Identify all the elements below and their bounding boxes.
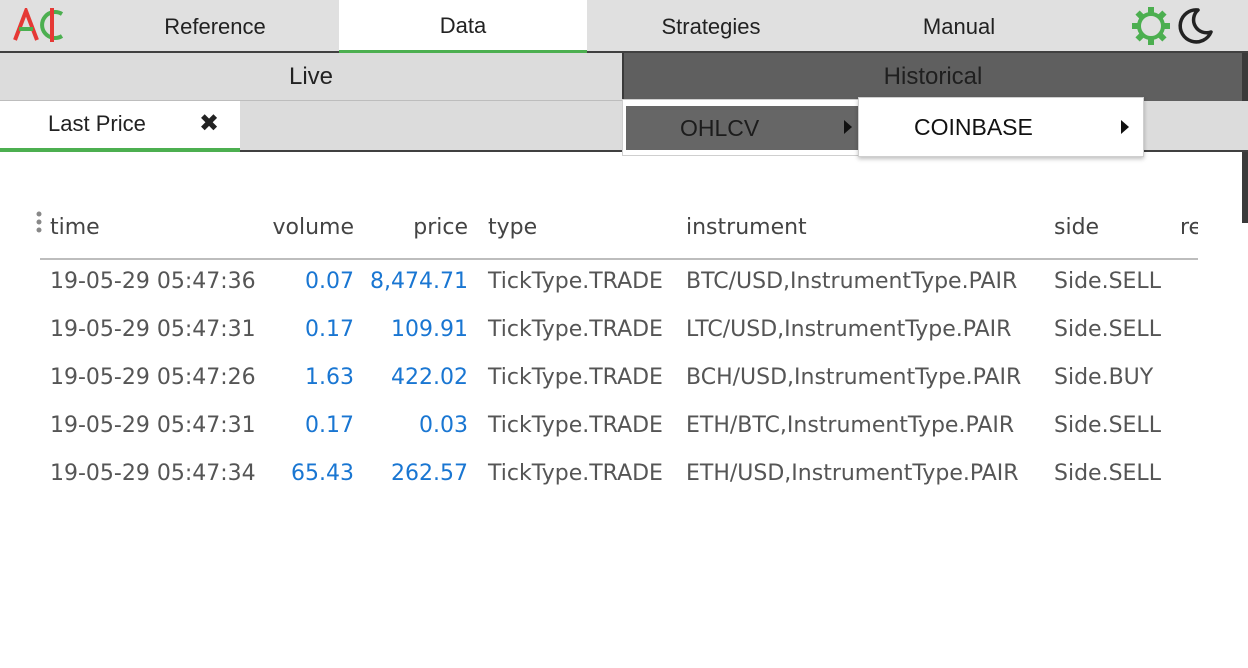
historical-menu: OHLCV — [622, 99, 860, 156]
tab-data[interactable]: Data — [339, 0, 587, 54]
cell-side: Side.SELL — [1054, 413, 1161, 438]
tab-live[interactable]: Live — [0, 53, 622, 101]
cell-side: Side.SELL — [1054, 269, 1161, 294]
column-header-instrument[interactable]: instrument — [686, 200, 807, 258]
menu-item-ohlcv[interactable]: OHLCV — [626, 106, 858, 150]
cell-type: TickType.TRADE — [488, 365, 663, 390]
tab-manual[interactable]: Manual — [835, 0, 1083, 51]
menu-item-coinbase[interactable]: COINBASE — [858, 97, 1144, 157]
cell-side: Side.SELL — [1054, 461, 1161, 486]
gear-icon[interactable] — [1131, 6, 1171, 46]
column-header-volume[interactable]: volume — [234, 200, 354, 258]
cell-volume: 0.17 — [305, 317, 354, 342]
menu-item-coinbase-label: COINBASE — [914, 114, 1033, 140]
cell-instrument: ETH/USD,InstrumentType.PAIR — [686, 461, 1019, 486]
chevron-right-icon — [844, 120, 852, 134]
cell-instrument: BCH/USD,InstrumentType.PAIR — [686, 365, 1022, 390]
tab-historical[interactable]: Historical — [622, 53, 1242, 101]
cell-type: TickType.TRADE — [488, 413, 663, 438]
cell-price: 8,474.71 — [370, 269, 468, 294]
column-header-side[interactable]: side — [1054, 200, 1099, 258]
cell-type: TickType.TRADE — [488, 461, 663, 486]
cell-instrument: ETH/BTC,InstrumentType.PAIR — [686, 413, 1015, 438]
cell-side: Side.BUY — [1054, 365, 1154, 390]
panel-tab-last-price[interactable]: Last Price ✖ — [0, 101, 240, 152]
cell-volume: 1.63 — [305, 365, 354, 390]
column-header-time[interactable]: time — [50, 200, 100, 258]
cell-price: 109.91 — [391, 317, 468, 342]
column-header-truncated[interactable]: re — [1180, 200, 1198, 258]
cell-instrument: LTC/USD,InstrumentType.PAIR — [686, 317, 1012, 342]
menu-item-ohlcv-label: OHLCV — [680, 115, 760, 141]
cell-volume: 0.07 — [305, 269, 354, 294]
cell-time: 19-05-29 05:47:36 — [50, 269, 256, 294]
cell-price: 422.02 — [391, 365, 468, 390]
cell-side: Side.SELL — [1054, 317, 1161, 342]
cell-type: TickType.TRADE — [488, 317, 663, 342]
panel-tab-label: Last Price — [48, 111, 146, 136]
cell-time: 19-05-29 05:47:31 — [50, 317, 256, 342]
tab-reference[interactable]: Reference — [91, 0, 339, 51]
cell-time: 19-05-29 05:47:31 — [50, 413, 256, 438]
cell-type: TickType.TRADE — [488, 269, 663, 294]
moon-icon[interactable] — [1174, 6, 1214, 46]
data-grid: time volume price type instrument side r… — [34, 200, 1198, 500]
drag-handle-icon[interactable] — [34, 210, 44, 238]
cell-instrument: BTC/USD,InstrumentType.PAIR — [686, 269, 1018, 294]
cell-price: 262.57 — [391, 461, 468, 486]
mode-tabs: Live Historical — [0, 53, 1248, 101]
app-logo-icon[interactable] — [12, 8, 68, 42]
chevron-right-icon — [1121, 120, 1129, 134]
column-header-type[interactable]: type — [488, 200, 537, 258]
cell-price: 0.03 — [419, 413, 468, 438]
cell-volume: 65.43 — [291, 461, 354, 486]
top-nav-bar: Reference Data Strategies Manual — [0, 0, 1248, 54]
cell-time: 19-05-29 05:47:34 — [50, 461, 256, 486]
cell-volume: 0.17 — [305, 413, 354, 438]
tab-strategies[interactable]: Strategies — [587, 0, 835, 51]
cell-time: 19-05-29 05:47:26 — [50, 365, 256, 390]
column-header-price[interactable]: price — [364, 200, 468, 258]
close-icon[interactable]: ✖ — [199, 109, 219, 138]
